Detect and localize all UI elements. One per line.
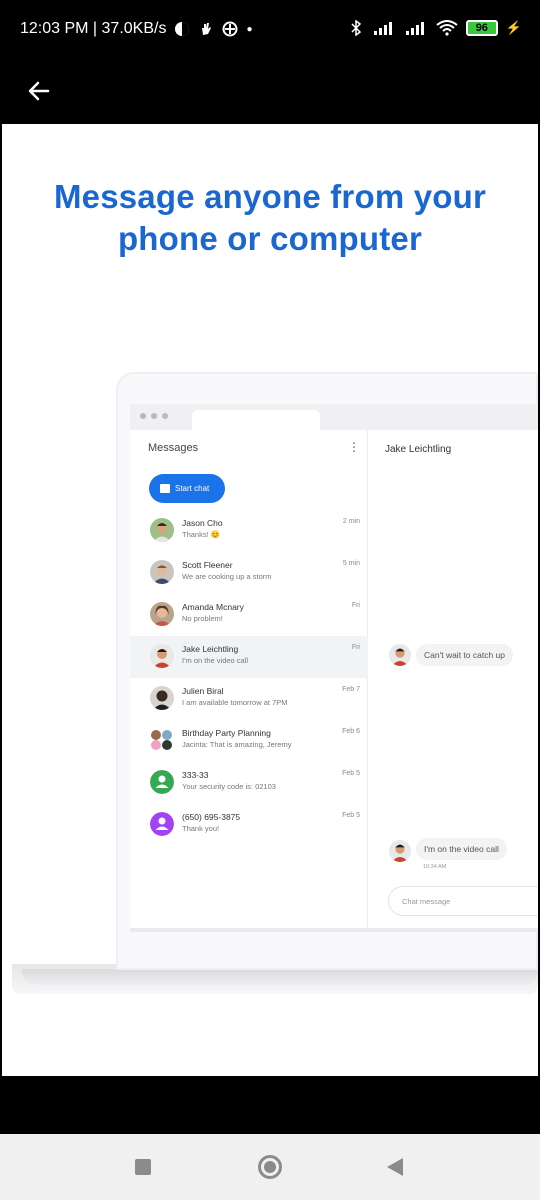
person-icon bbox=[150, 770, 174, 794]
bluetooth-icon bbox=[348, 20, 364, 36]
conversation-time: Feb 6 bbox=[342, 728, 360, 735]
laptop-screen-bezel bbox=[130, 928, 538, 932]
status-bar: 12:03 PM | 37.0KB/s ● 96 ⚡ bbox=[0, 0, 540, 64]
status-time-speed: 12:03 PM | 37.0KB/s bbox=[20, 20, 167, 37]
conversation-snippet: We are cooking up a storm bbox=[182, 572, 272, 581]
conversation-name: Jason Cho bbox=[182, 518, 223, 528]
back-button[interactable] bbox=[22, 74, 56, 108]
conversation-item[interactable]: Scott Fleener We are cooking up a storm … bbox=[130, 552, 368, 594]
laptop-base bbox=[22, 969, 538, 985]
conversation-item-selected[interactable]: Jake Leichtling I'm on the video call Fr… bbox=[130, 636, 368, 678]
headline-line-2: phone or computer bbox=[117, 220, 423, 257]
conversation-time: Feb 5 bbox=[342, 770, 360, 777]
conversation-item[interactable]: (650) 695-3875 Thank you! Feb 5 bbox=[130, 804, 368, 846]
person-icon bbox=[150, 812, 174, 836]
avatar bbox=[150, 560, 174, 584]
messages-header: Messages bbox=[148, 442, 199, 454]
home-button[interactable] bbox=[257, 1154, 283, 1180]
signal-1-icon bbox=[372, 20, 396, 36]
conversation-time: Fri bbox=[351, 644, 360, 651]
conversation-time: Feb 5 bbox=[342, 812, 360, 819]
conversation-time: 5 min bbox=[342, 560, 360, 567]
chat-message-input[interactable]: Chat message bbox=[388, 886, 538, 916]
recents-button[interactable] bbox=[130, 1154, 156, 1180]
conversation-item[interactable]: Birthday Party Planning Jacinta: That is… bbox=[130, 720, 368, 762]
more-options-icon[interactable]: ⋮ bbox=[348, 440, 360, 454]
avatar bbox=[150, 686, 174, 710]
browser-window-dots bbox=[140, 413, 168, 419]
conversation-time: 2 min bbox=[342, 518, 360, 525]
group-avatar bbox=[150, 728, 174, 752]
conversation-name: Amanda Mcnary bbox=[182, 602, 244, 612]
conversation-name: Birthday Party Planning bbox=[182, 728, 271, 738]
avatar bbox=[150, 518, 174, 542]
chat-title: Jake Leichtling bbox=[385, 444, 452, 455]
vpn-icon bbox=[174, 21, 190, 37]
chat-pane: Jake Leichtling Can't wait to catch up I… bbox=[369, 430, 538, 928]
browser-toolbar bbox=[130, 404, 538, 430]
conversation-list-pane: Messages ⋮ Start chat Jason Cho Thanks! … bbox=[130, 430, 368, 928]
headline-line-1: Message anyone from your bbox=[53, 178, 487, 215]
conversation-snippet: I'm on the video call bbox=[182, 656, 249, 665]
circle-icon bbox=[258, 1155, 282, 1179]
conversation-item[interactable]: Julien Biral I am available tomorrow at … bbox=[130, 678, 368, 720]
conversation-name: (650) 695-3875 bbox=[182, 812, 241, 822]
conversation-time: Fri bbox=[351, 602, 360, 609]
avatar bbox=[150, 644, 174, 668]
conversation-snippet: Jacinta: That is amazing, Jeremy bbox=[182, 740, 292, 749]
arrow-left-icon bbox=[28, 81, 50, 101]
conversation-time: Feb 7 bbox=[342, 686, 360, 693]
start-chat-label: Start chat bbox=[175, 484, 210, 493]
status-right: 96 ⚡ bbox=[348, 20, 522, 36]
conversation-name: Jake Leichtling bbox=[182, 644, 239, 654]
message-bubble: I'm on the video call bbox=[416, 838, 507, 860]
conversation-snippet: Thanks! 😊 bbox=[182, 530, 221, 539]
conversation-snippet: Thank you! bbox=[182, 824, 220, 833]
hand-wave-icon bbox=[198, 21, 214, 37]
conversation-snippet: I am available tomorrow at 7PM bbox=[182, 698, 288, 707]
feature-image: Message anyone from your phone or comput… bbox=[2, 124, 538, 1076]
avatar bbox=[389, 840, 411, 862]
conversation-item[interactable]: 333-33 Your security code is: 02103 Feb … bbox=[130, 762, 368, 804]
navigation-bar bbox=[0, 1134, 540, 1200]
start-chat-button[interactable]: Start chat bbox=[149, 474, 225, 503]
notification-dot-icon: ● bbox=[246, 23, 253, 35]
battery-icon: 96 bbox=[465, 20, 498, 36]
wifi-icon bbox=[436, 20, 458, 36]
conversation-name: Scott Fleener bbox=[182, 560, 233, 570]
conversation-name: Julien Biral bbox=[182, 686, 224, 696]
data-saver-icon bbox=[222, 21, 238, 37]
conversation-snippet: Your security code is: 02103 bbox=[182, 782, 276, 791]
headline: Message anyone from your phone or comput… bbox=[2, 176, 538, 260]
message-bubble: Can't wait to catch up bbox=[416, 644, 513, 666]
conversation-item[interactable]: Amanda Mcnary No problem! Fri bbox=[130, 594, 368, 636]
chat-icon bbox=[160, 484, 170, 493]
message-time: 10:34 AM bbox=[423, 864, 447, 870]
square-icon bbox=[135, 1159, 151, 1175]
app-bar bbox=[0, 64, 540, 124]
avatar bbox=[389, 644, 411, 666]
conversation-name: 333-33 bbox=[182, 770, 209, 780]
messages-web-screen: Messages ⋮ Start chat Jason Cho Thanks! … bbox=[130, 430, 538, 928]
avatar bbox=[150, 602, 174, 626]
conversation-snippet: No problem! bbox=[182, 614, 223, 623]
browser-tab bbox=[192, 410, 320, 430]
signal-2-icon bbox=[404, 20, 428, 36]
nav-back-button[interactable] bbox=[382, 1154, 408, 1180]
charging-icon: ⚡ bbox=[505, 20, 522, 35]
conversation-item[interactable]: Jason Cho Thanks! 😊 2 min bbox=[130, 510, 368, 552]
triangle-back-icon bbox=[387, 1158, 403, 1176]
status-left: 12:03 PM | 37.0KB/s ● bbox=[20, 20, 253, 38]
